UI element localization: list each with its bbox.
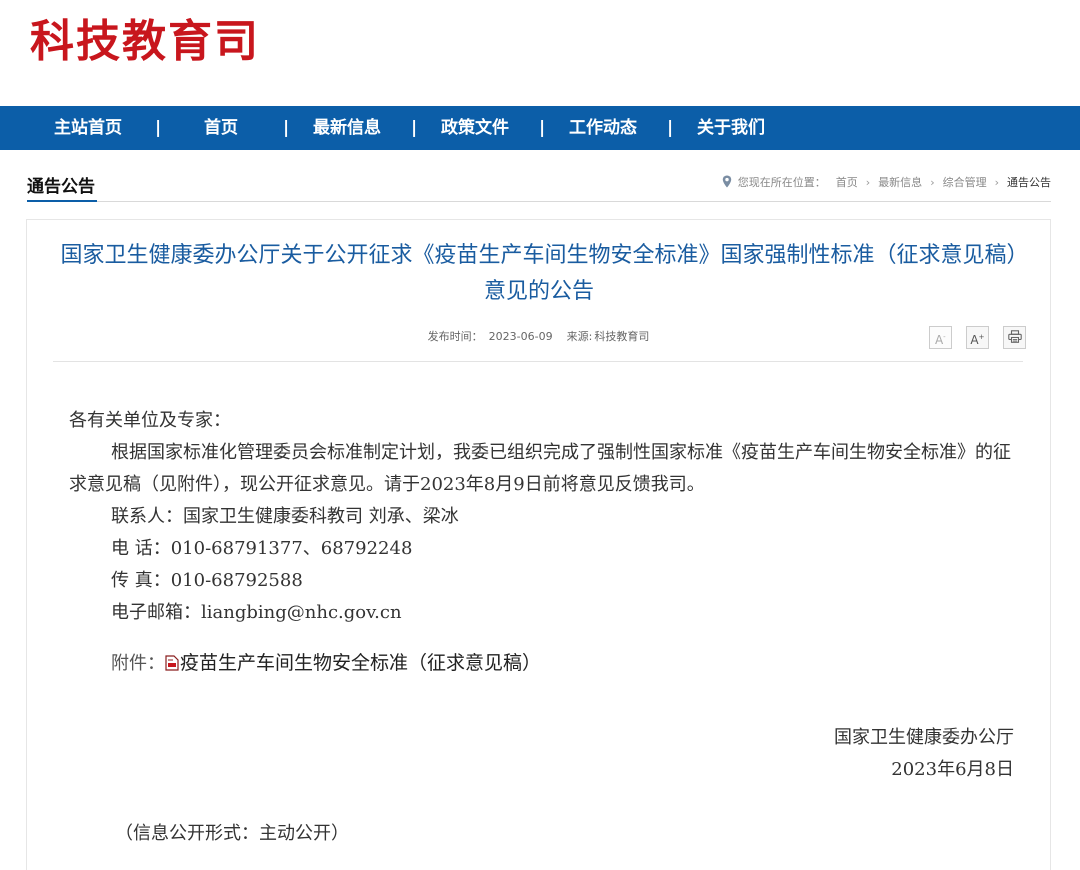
font-smaller-button[interactable]: A-	[928, 326, 952, 349]
attachment-label: 附件：	[111, 653, 165, 674]
article-title: 国家卫生健康委办公厅关于公开征求《疫苗生产车间生物安全标准》国家强制性标准（征求…	[60, 243, 1018, 304]
attachment-link[interactable]: 疫苗生产车间生物安全标准（征求意见稿）	[165, 652, 541, 674]
article-body: 各有关单位及专家： 根据国家标准化管理委员会标准制定计划，我委已组织完成了强制性…	[69, 405, 1019, 680]
nav-item-main-home[interactable]: 主站首页	[54, 106, 122, 150]
font-larger-button[interactable]: A+	[965, 326, 989, 349]
print-button[interactable]	[1003, 326, 1026, 349]
sign-date: 2023年6月8日	[891, 759, 1014, 780]
source-value: 科技教育司	[594, 330, 650, 343]
article-tools: A- A+	[920, 326, 1026, 349]
main-nav: 主站首页 | 首页 | 最新信息 | 政策文件 | 工作动态 | 关于我们	[0, 106, 1080, 150]
source-label: 来源:	[566, 330, 593, 343]
signer: 国家卫生健康委办公厅	[834, 727, 1014, 748]
attachment-link-text: 疫苗生产车间生物安全标准（征求意见稿）	[180, 652, 542, 674]
meta-divider	[53, 361, 1023, 362]
disclosure-note: （信息公开形式：主动公开）	[115, 823, 349, 844]
nav-item-home[interactable]: 首页	[204, 106, 238, 150]
contact-person: 联系人：国家卫生健康委科教司 刘承、梁冰	[111, 506, 459, 527]
breadcrumb-prefix: 您现在所在位置：	[737, 176, 826, 189]
breadcrumb-item-home[interactable]: 首页	[836, 176, 858, 189]
location-pin-icon	[722, 175, 731, 188]
nav-separator: |	[283, 118, 290, 138]
font-smaller-label: A	[934, 333, 944, 347]
contact-fax: 传 真：010-68792588	[111, 570, 303, 591]
breadcrumb-separator: ›	[994, 176, 999, 189]
contact-phone: 电 话：010-68791377、68792248	[111, 538, 413, 559]
nav-item-policy-docs[interactable]: 政策文件	[441, 106, 509, 150]
nav-item-latest-info[interactable]: 最新信息	[313, 106, 381, 150]
breadcrumb-item-current[interactable]: 通告公告	[1007, 176, 1051, 189]
publish-date-label: 发布时间：	[427, 330, 483, 343]
section-header: 通告公告 您现在所在位置： 首页 › 最新信息 › 综合管理 › 通告公告	[27, 174, 1051, 202]
nav-separator: |	[411, 118, 418, 138]
minus-sign: -	[943, 333, 946, 341]
nav-separator: |	[539, 118, 546, 138]
breadcrumb: 您现在所在位置： 首页 › 最新信息 › 综合管理 › 通告公告	[722, 174, 1051, 192]
article-container: 国家卫生健康委办公厅关于公开征求《疫苗生产车间生物安全标准》国家强制性标准（征求…	[26, 219, 1051, 870]
publish-date: 2023-06-09	[488, 330, 553, 343]
breadcrumb-separator: ›	[930, 176, 935, 189]
printer-icon	[1007, 330, 1022, 343]
pdf-file-icon	[165, 655, 179, 671]
font-larger-label: A	[970, 333, 979, 347]
breadcrumb-separator: ›	[865, 176, 871, 189]
plus-sign: +	[978, 333, 985, 341]
contact-email: 电子邮箱：liangbing@nhc.gov.cn	[111, 602, 402, 623]
nav-item-about-us[interactable]: 关于我们	[697, 106, 765, 150]
article-paragraph: 根据国家标准化管理委员会标准制定计划，我委已组织完成了强制性国家标准《疫苗生产车…	[69, 442, 1011, 495]
article-meta: 发布时间： 2023-06-09 来源: 科技教育司	[27, 328, 1050, 344]
nav-item-work-news[interactable]: 工作动态	[569, 106, 637, 150]
attachment-line: 附件： 疫苗生产车间生物安全标准（征求意见稿）	[69, 647, 1019, 680]
nav-separator: |	[155, 118, 162, 138]
section-title: 通告公告	[27, 174, 97, 202]
breadcrumb-item-general-management[interactable]: 综合管理	[943, 176, 987, 189]
site-logo[interactable]: 科技教育司	[30, 14, 260, 70]
breadcrumb-item-latest-info[interactable]: 最新信息	[878, 176, 922, 189]
greeting: 各有关单位及专家：	[69, 410, 231, 431]
nav-separator: |	[667, 118, 674, 138]
